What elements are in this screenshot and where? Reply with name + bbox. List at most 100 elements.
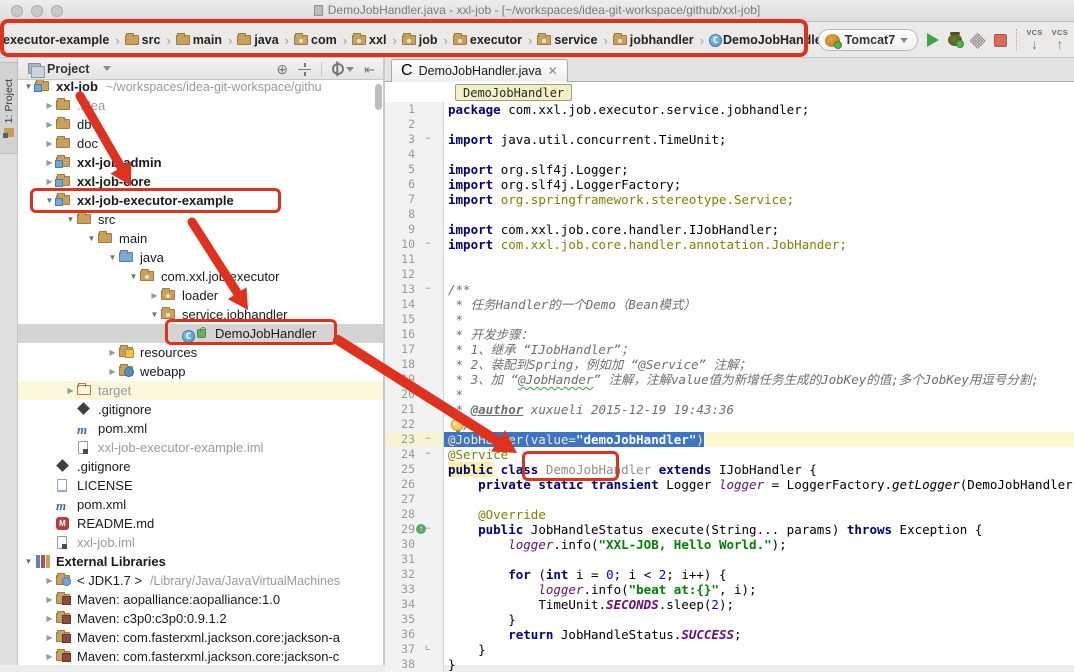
breadcrumb-item-src[interactable]: src — [125, 33, 162, 47]
breadcrumb-item-service[interactable]: service — [537, 33, 598, 47]
breadcrumb-item-main[interactable]: main — [176, 33, 223, 47]
breadcrumb-item-java[interactable]: java — [237, 33, 279, 47]
tree-item-db[interactable]: ▶db — [18, 115, 383, 134]
tree-item-loader[interactable]: ▶loader — [18, 286, 383, 305]
breadcrumb-item-jobhandler[interactable]: jobhandler — [613, 33, 695, 47]
code-line-14[interactable]: 14 * 任务Handler的一个Demo（Bean模式） — [385, 297, 1074, 312]
tree-item-pom.xml[interactable]: mpom.xml — [18, 419, 383, 438]
code-line-31[interactable]: 31 — [385, 552, 1074, 567]
code-line-2[interactable]: 2 — [385, 117, 1074, 132]
code-line-17[interactable]: 17 * 1、继承 “IJobHandler”； — [385, 342, 1074, 357]
code-line-36[interactable]: 36 return JobHandleStatus.SUCCESS; — [385, 627, 1074, 642]
tree-item-Maven-c3p0-c3p0-0.9.1.2[interactable]: ▶Maven: c3p0:c3p0:0.9.1.2 — [18, 609, 383, 628]
run-button[interactable] — [927, 33, 939, 47]
tree-item-xxl-job.iml[interactable]: xxl-job.iml — [18, 533, 383, 552]
tree-item-src[interactable]: ▼src — [18, 210, 383, 229]
scroll-to-source-button[interactable]: ⊕ — [276, 62, 288, 76]
hide-panel-button[interactable]: ⇤ — [364, 63, 375, 76]
breadcrumb-item-job[interactable]: job — [402, 33, 439, 47]
tree-item-.gitignore[interactable]: .gitignore — [18, 400, 383, 419]
breadcrumb-item-DemoJobHandler[interactable]: CDemoJobHandler — [709, 33, 828, 47]
expand-arrow-icon[interactable]: ▶ — [43, 576, 56, 585]
fold-marker-icon[interactable]: − — [415, 282, 441, 297]
coverage-button[interactable]: ▦ — [968, 30, 989, 51]
vcs-update-button[interactable]: VCS ↓ — [1026, 29, 1042, 51]
code-line-30[interactable]: 30 logger.info("XXL-JOB, Hello World."); — [385, 537, 1074, 552]
project-view-select[interactable]: Project — [28, 62, 111, 76]
vcs-commit-button[interactable]: VCS ↑ — [1052, 29, 1068, 51]
settings-gear-button[interactable] — [332, 63, 354, 75]
tree-item-xxl-job-core[interactable]: ▶xxl-job-core — [18, 172, 383, 191]
code-line-19[interactable]: 19 * 3、加 “@JobHander” 注解，注解value值为新增任务生成… — [385, 372, 1074, 387]
fold-marker-icon[interactable]: − — [415, 432, 441, 447]
collapse-arrow-icon[interactable]: ▼ — [106, 253, 119, 262]
breadcrumb-item-executor[interactable]: executor — [453, 33, 523, 47]
collapse-arrow-icon[interactable]: ▼ — [127, 272, 140, 281]
expand-arrow-icon[interactable]: ▶ — [64, 386, 77, 395]
code-line-33[interactable]: 33 logger.info("beat at:{}", i); — [385, 582, 1074, 597]
breadcrumb-item-com[interactable]: com — [294, 33, 338, 47]
expand-arrow-icon[interactable]: ▶ — [43, 139, 56, 148]
expand-arrow-icon[interactable]: ▶ — [43, 633, 56, 642]
tree-item-LICENSE[interactable]: LICENSE — [18, 476, 383, 495]
tree-item-.gitignore[interactable]: .gitignore — [18, 457, 383, 476]
code-line-8[interactable]: 8 — [385, 207, 1074, 222]
collapse-arrow-icon[interactable]: ▼ — [148, 310, 161, 319]
code-line-27[interactable]: 27 — [385, 492, 1074, 507]
expand-arrow-icon[interactable]: ▶ — [106, 348, 119, 357]
code-line-4[interactable]: 4 — [385, 147, 1074, 162]
expand-arrow-icon[interactable]: ▶ — [43, 120, 56, 129]
fold-marker-icon[interactable]: −↑ — [415, 522, 441, 537]
code-line-1[interactable]: 1package com.xxl.job.executor.service.jo… — [385, 102, 1074, 117]
stop-button[interactable] — [994, 34, 1007, 47]
code-line-3[interactable]: 3−import java.util.concurrent.TimeUnit; — [385, 132, 1074, 147]
tree-item-target[interactable]: ▶target — [18, 381, 383, 400]
fold-marker-icon[interactable]: ∟ — [415, 642, 441, 657]
tree-item-Maven-com.fasterxml.jackson.core-jackson-c[interactable]: ▶Maven: com.fasterxml.jackson.core:jacks… — [18, 647, 383, 665]
tree-item-com.xxl.job.executor[interactable]: ▼com.xxl.job.executor — [18, 267, 383, 286]
tree-item-DemoJobHandler[interactable]: CDemoJobHandler — [18, 324, 383, 343]
code-line-7[interactable]: 7import org.springframework.stereotype.S… — [385, 192, 1074, 207]
code-line-16[interactable]: 16 * 开发步骤： — [385, 327, 1074, 342]
collapse-arrow-icon[interactable]: ▼ — [22, 557, 35, 566]
class-breadcrumb-chip[interactable]: DemoJobHandler — [455, 84, 572, 101]
code-area[interactable]: 1package com.xxl.job.executor.service.jo… — [385, 103, 1074, 665]
project-tool-window-tab[interactable]: 1: Project — [0, 62, 18, 154]
tree-item-xxl-job[interactable]: ▼xxl-job~/workspaces/idea-git-workspace/… — [18, 80, 383, 96]
code-line-21[interactable]: 21 * @author xuxueli 2015-12-19 19:43:36 — [385, 402, 1074, 417]
tree-item-webapp[interactable]: ▶webapp — [18, 362, 383, 381]
close-tab-icon[interactable]: ✕ — [548, 65, 558, 77]
expand-arrow-icon[interactable]: ▶ — [43, 614, 56, 623]
code-line-18[interactable]: 18 * 2、装配到Spring，例如加 “@Service” 注解； — [385, 357, 1074, 372]
expand-arrow-icon[interactable]: ▶ — [43, 101, 56, 110]
collapse-arrow-icon[interactable]: ▼ — [64, 215, 77, 224]
overriding-method-icon[interactable]: ↑ — [416, 524, 426, 534]
tree-item--JDK1.7-[interactable]: ▶< JDK1.7 >/Library/Java/JavaVirtualMach… — [18, 571, 383, 590]
tree-item-xxl-job-executor-example[interactable]: ▼xxl-job-executor-example — [18, 191, 383, 210]
expand-arrow-icon[interactable]: ▶ — [106, 367, 119, 376]
expand-arrow-icon[interactable]: ▶ — [43, 652, 56, 661]
code-line-25[interactable]: 25public class DemoJobHandler extends IJ… — [385, 462, 1074, 477]
code-line-6[interactable]: 6import org.slf4j.LoggerFactory; — [385, 177, 1074, 192]
fold-marker-icon[interactable]: − — [415, 132, 441, 147]
code-line-12[interactable]: 12 — [385, 267, 1074, 282]
code-line-26[interactable]: 26 private static transient Logger logge… — [385, 477, 1074, 492]
code-line-10[interactable]: 10−import com.xxl.job.core.handler.annot… — [385, 237, 1074, 252]
tree-item-Maven-com.fasterxml.jackson.core-jackson-a[interactable]: ▶Maven: com.fasterxml.jackson.core:jacks… — [18, 628, 383, 647]
tree-item-doc[interactable]: ▶doc — [18, 134, 383, 153]
code-line-29[interactable]: 29−↑ public JobHandleStatus execute(Stri… — [385, 522, 1074, 537]
run-configuration-select[interactable]: Tomcat7 — [818, 29, 918, 51]
code-line-28[interactable]: 28 @Override — [385, 507, 1074, 522]
code-line-35[interactable]: 35 } — [385, 612, 1074, 627]
fold-marker-icon[interactable]: − — [415, 447, 441, 462]
tree-item-.idea[interactable]: ▶.idea — [18, 96, 383, 115]
code-line-5[interactable]: 5import org.slf4j.Logger; — [385, 162, 1074, 177]
tree-item-External-Libraries[interactable]: ▼External Libraries — [18, 552, 383, 571]
collapse-all-button[interactable] — [298, 63, 311, 76]
tree-item-xxl-job-admin[interactable]: ▶xxl-job-admin — [18, 153, 383, 172]
breadcrumb-item-executor-example[interactable]: executor-example — [2, 33, 110, 47]
intention-bulb-icon[interactable] — [451, 418, 464, 431]
code-line-20[interactable]: 20 * — [385, 387, 1074, 402]
tree-item-resources[interactable]: ▶resources — [18, 343, 383, 362]
code-line-23[interactable]: 23−@JobHander(value="demoJobHandler") — [385, 432, 1074, 447]
